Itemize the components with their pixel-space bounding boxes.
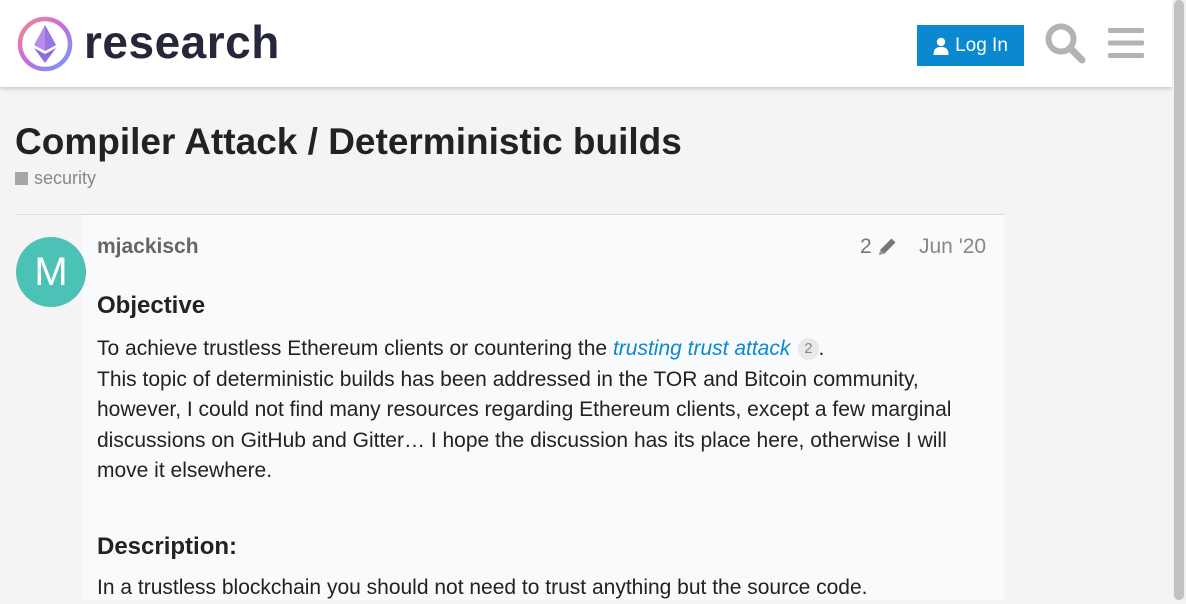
avatar[interactable]: M	[16, 237, 86, 307]
intro-text: To achieve trustless Ethereum clients or…	[97, 337, 613, 360]
paragraph-intro: To achieve trustless Ethereum clients or…	[97, 334, 997, 365]
user-icon	[933, 37, 949, 55]
heading-description: Description:	[97, 533, 238, 560]
pencil-icon	[878, 238, 896, 255]
hamburger-menu-icon[interactable]	[1106, 24, 1146, 62]
link-click-count: 2	[798, 338, 819, 361]
category-name: security	[34, 168, 97, 188]
avatar-letter: M	[34, 249, 68, 294]
search-icon[interactable]	[1044, 22, 1086, 64]
intro-period: .	[818, 337, 825, 360]
post-username[interactable]: mjackisch	[97, 235, 199, 259]
heading-objective: Objective	[97, 292, 206, 319]
site-header: research Log In	[0, 0, 1172, 87]
ethereum-research-logo-icon[interactable]	[16, 15, 74, 73]
post-date[interactable]: Jun '20	[919, 235, 986, 259]
paragraph-description: In a trustless blockchain you should not…	[97, 576, 868, 599]
scrollbar-thumb[interactable]	[1174, 0, 1184, 600]
category-color-square	[15, 172, 28, 185]
topic-title[interactable]: Compiler Attack / Deterministic builds	[15, 118, 682, 166]
edit-count: 2	[860, 235, 872, 258]
category-badge[interactable]: security	[15, 168, 96, 189]
post-content: Objective To achieve trustless Ethereum …	[97, 290, 997, 599]
paragraph-context: This topic of deterministic builds has b…	[97, 367, 952, 483]
brand-name[interactable]: research	[84, 14, 280, 70]
edit-history-button[interactable]: 2	[860, 235, 898, 259]
login-button[interactable]: Log In	[917, 25, 1024, 66]
login-label: Log In	[955, 34, 1008, 56]
trusting-trust-link[interactable]: trusting trust attack	[613, 337, 790, 360]
